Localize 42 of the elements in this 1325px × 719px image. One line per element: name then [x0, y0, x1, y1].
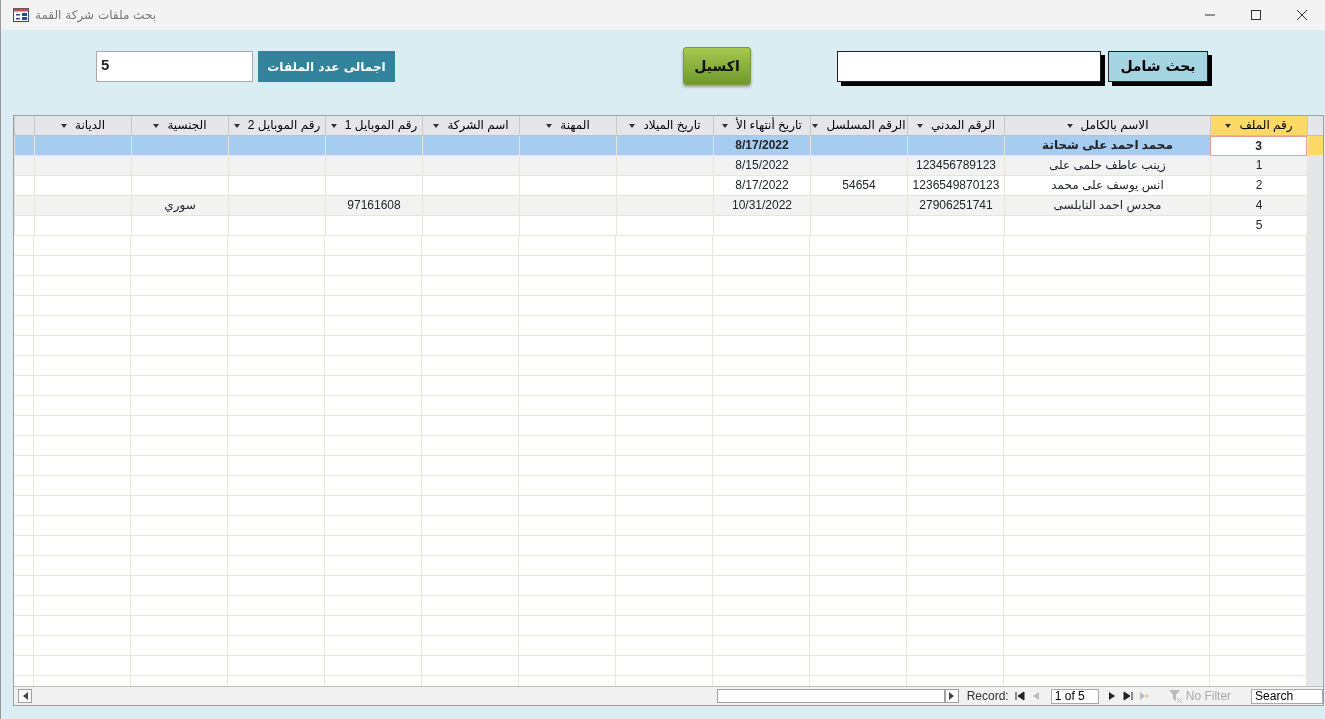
scroll-thumb[interactable] — [716, 689, 945, 703]
filter-button: No Filter — [1162, 687, 1238, 705]
record-label: Record: — [966, 688, 1009, 705]
record-position-field[interactable]: 1 of 5 — [1050, 688, 1099, 704]
total-label: اجمالى عدد الملفات — [258, 51, 395, 82]
column-header[interactable]: تاريخ الميلاد — [616, 116, 713, 136]
search-field[interactable] — [837, 51, 1101, 82]
dropdown-arrow-icon[interactable] — [60, 123, 67, 128]
scroll-left-button[interactable] — [18, 689, 32, 703]
column-header[interactable]: الرقم المسلسل — [810, 116, 907, 136]
column-header[interactable]: الجنسية — [131, 116, 228, 136]
column-header[interactable]: الاسم بالكامل — [1004, 116, 1210, 136]
column-header[interactable]: اسم الشركة — [422, 116, 519, 136]
column-header[interactable]: الديانة — [34, 116, 131, 136]
dropdown-arrow-icon[interactable] — [546, 123, 553, 128]
dropdown-arrow-icon[interactable] — [233, 123, 240, 128]
search-box[interactable]: Search — [1251, 688, 1323, 704]
column-header[interactable]: رقم الموبايل 2 — [228, 116, 325, 136]
window-title: بحث ملفات شركة القمة — [35, 7, 156, 24]
total-field[interactable]: 5 — [96, 51, 253, 82]
header-filler — [14, 116, 34, 136]
dropdown-arrow-icon[interactable] — [722, 123, 729, 128]
dropdown-arrow-icon[interactable] — [433, 123, 440, 128]
column-header[interactable]: رقم الملف — [1210, 116, 1307, 136]
close-icon[interactable] — [1297, 10, 1307, 20]
column-header[interactable]: المهنة — [519, 116, 616, 136]
column-header[interactable]: رقم الموبايل 1 — [325, 116, 422, 136]
table-row[interactable]: 5 — [14, 216, 1323, 236]
dropdown-arrow-icon[interactable] — [1066, 123, 1073, 128]
dropdown-arrow-icon[interactable] — [153, 123, 160, 128]
form-icon — [13, 8, 29, 22]
column-header[interactable]: تاريخ أنتهاء الأ — [713, 116, 810, 136]
dropdown-arrow-icon[interactable] — [1225, 123, 1232, 128]
dropdown-arrow-icon[interactable] — [629, 123, 636, 128]
table-cell: 3 — [1210, 136, 1307, 156]
dropdown-arrow-icon[interactable] — [916, 123, 923, 128]
maximize-icon[interactable] — [1251, 10, 1261, 20]
right-arrow-icon — [949, 692, 955, 700]
left-arrow-icon — [22, 692, 28, 700]
column-header[interactable]: الرقم المدني — [907, 116, 1004, 136]
excel-button[interactable]: اكسيل — [683, 47, 751, 85]
dropdown-arrow-icon[interactable] — [330, 123, 337, 128]
